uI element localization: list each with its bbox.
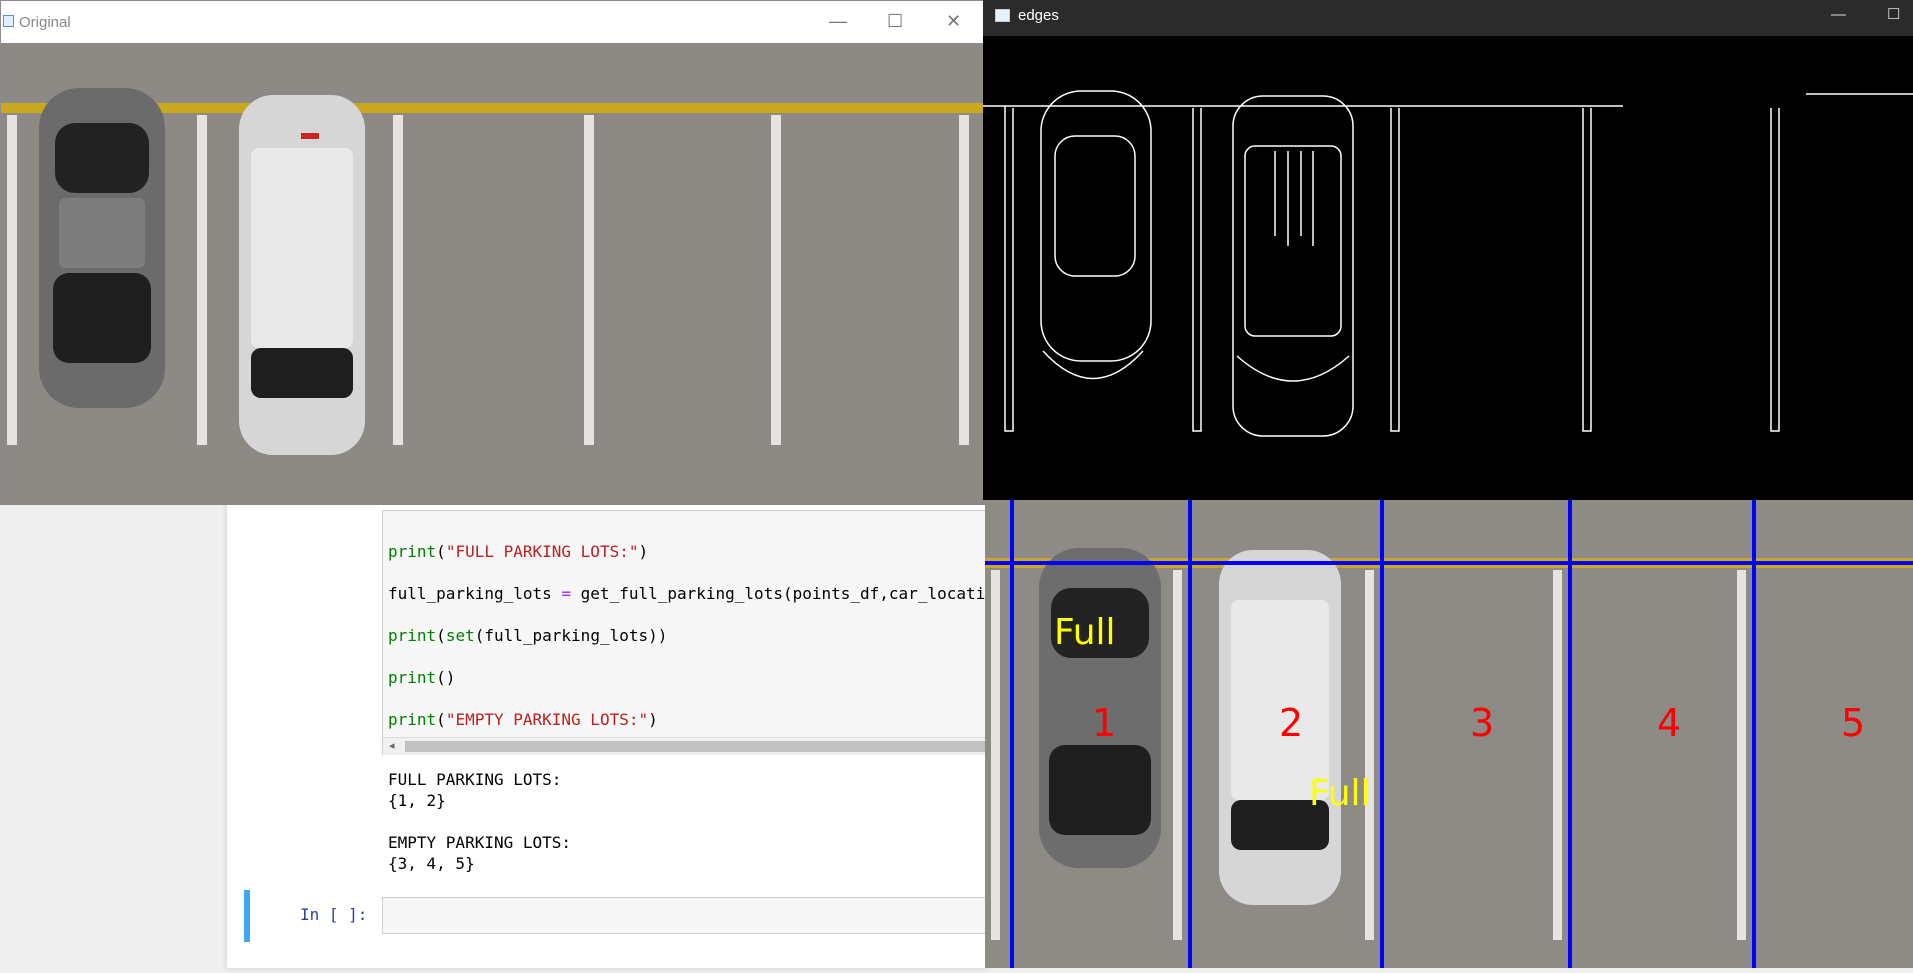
scrollbar-thumb[interactable] bbox=[405, 741, 985, 752]
code-editor[interactable]: print("FULL PARKING LOTS:") full_parking… bbox=[388, 520, 987, 754]
output-line: {3, 4, 5} bbox=[388, 854, 475, 873]
output-line: FULL PARKING LOTS: bbox=[388, 770, 562, 789]
original-titlebar[interactable]: Original — ☐ ✕ bbox=[1, 1, 986, 43]
cell-output: FULL PARKING LOTS: {1, 2} EMPTY PARKING L… bbox=[388, 769, 571, 874]
lot-number: 3 bbox=[1470, 701, 1494, 745]
maximize-icon[interactable]: ☐ bbox=[887, 10, 903, 32]
original-image bbox=[1, 43, 984, 505]
code-line: print("FULL PARKING LOTS:") bbox=[388, 542, 649, 561]
code-line: print() bbox=[388, 668, 456, 687]
edges-titlebar[interactable]: edges — ☐ bbox=[983, 0, 1913, 36]
full-label: Full bbox=[1054, 612, 1116, 653]
code-cell[interactable]: print("FULL PARKING LOTS:") full_parking… bbox=[382, 510, 987, 755]
window-app-icon bbox=[995, 9, 1010, 22]
car-gray bbox=[39, 88, 165, 408]
window-app-icon bbox=[3, 15, 14, 27]
window-title: edges bbox=[1018, 7, 1059, 24]
output-line: EMPTY PARKING LOTS: bbox=[388, 833, 572, 852]
close-icon[interactable]: ✕ bbox=[946, 10, 961, 32]
input-prompt: In [ ]: bbox=[300, 905, 368, 924]
full-label: Full bbox=[1309, 773, 1371, 814]
input-code-box[interactable] bbox=[382, 897, 987, 934]
lot-number: 2 bbox=[1279, 701, 1303, 745]
output-line: {1, 2} bbox=[388, 791, 446, 810]
code-line-1-str: "FULL PARKING LOTS:" bbox=[445, 542, 639, 561]
edge-lines bbox=[983, 90, 1913, 437]
minimize-icon[interactable]: — bbox=[1831, 4, 1846, 26]
edges-window[interactable]: edges — ☐ bbox=[983, 0, 1913, 500]
lot-number: 1 bbox=[1092, 701, 1116, 745]
minimize-icon[interactable]: — bbox=[829, 10, 847, 32]
code-line: print(set(full_parking_lots)) bbox=[388, 626, 668, 645]
edges-image bbox=[983, 90, 1913, 437]
lot-number: 4 bbox=[1657, 701, 1681, 745]
scroll-left-icon[interactable]: ◂ bbox=[389, 738, 395, 755]
final-window[interactable]: 1 2 3 4 5 Full Full bbox=[985, 500, 1913, 968]
maximize-icon[interactable]: ☐ bbox=[1887, 4, 1900, 26]
car-silver bbox=[239, 95, 365, 455]
code-line: full_parking_lots = get_full_parking_lot… bbox=[388, 584, 987, 603]
original-window[interactable]: Original — ☐ ✕ bbox=[0, 0, 986, 505]
window-title: Original bbox=[19, 14, 71, 31]
code-line: print("EMPTY PARKING LOTS:") bbox=[388, 710, 658, 729]
final-image: 1 2 3 4 5 Full Full bbox=[985, 500, 1913, 968]
lot-number: 5 bbox=[1841, 701, 1865, 745]
code-cell-horizontal-scrollbar[interactable]: ◂ bbox=[383, 737, 986, 755]
